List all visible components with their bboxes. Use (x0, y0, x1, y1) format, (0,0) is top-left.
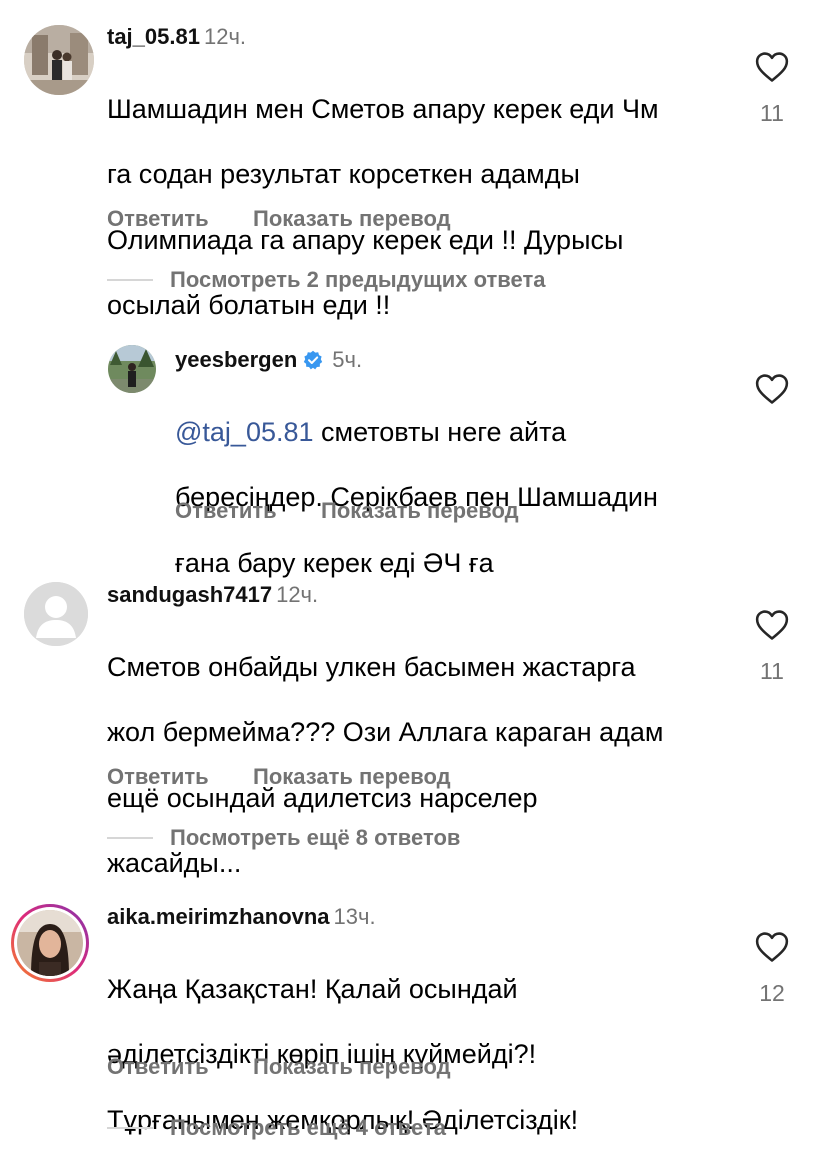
default-avatar-icon (24, 582, 88, 646)
replies-divider (107, 1127, 153, 1129)
show-translation-button[interactable]: Показать перевод (253, 1054, 451, 1080)
comments-list: taj_05.81 12ч. Шамшадин мен Сметов апару … (0, 0, 828, 1155)
username-text[interactable]: taj_05.81 (107, 24, 200, 49)
comment-time: 12ч. (203, 24, 247, 49)
comment-username[interactable]: yeesbergen 5ч. (175, 347, 362, 373)
view-replies-button[interactable]: Посмотреть ещё 8 ответов (107, 825, 460, 851)
view-replies-button[interactable]: Посмотреть 2 предыдущих ответа (107, 267, 545, 293)
mention-link[interactable]: @taj_05.81 (175, 417, 314, 447)
reply-button[interactable]: Ответить (175, 498, 277, 524)
comment-line: жасайды... (107, 847, 242, 878)
like-count: 11 (760, 100, 784, 126)
comment-line: Сметов онбайды улкен басымен жастарга (107, 651, 636, 682)
like-count: 11 (760, 658, 784, 684)
heart-icon[interactable] (755, 51, 789, 83)
avatar[interactable] (108, 345, 156, 393)
avatar[interactable] (24, 582, 88, 646)
heart-icon[interactable] (755, 373, 789, 405)
verified-badge-icon (304, 350, 323, 370)
comment-username[interactable]: taj_05.81 12ч. (107, 24, 246, 50)
comment-time: 5ч. (332, 347, 363, 372)
comment-line: жол бермейма??? Ози Аллага караган адам (107, 717, 664, 748)
username-text[interactable]: yeesbergen (175, 347, 297, 372)
username-text[interactable]: sandugash7417 (107, 582, 272, 607)
reply-button[interactable]: Ответить (107, 1054, 209, 1080)
comment-username[interactable]: aika.meirimzhanovna 13ч. (107, 904, 376, 930)
comment-line: Шамшадин мен Сметов апару керек еди Чм (107, 93, 659, 124)
profile-photo (17, 910, 83, 976)
like-count: 12 (759, 980, 785, 1006)
show-translation-button[interactable]: Показать перевод (253, 764, 451, 790)
comment-line-rest: сметовты неге айта (313, 416, 567, 447)
profile-photo (24, 25, 94, 95)
comment-time: 13ч. (333, 904, 376, 929)
avatar-story-ring[interactable] (11, 904, 89, 982)
heart-icon[interactable] (755, 609, 789, 641)
view-replies-label[interactable]: Посмотреть 2 предыдущих ответа (170, 267, 545, 293)
reply-button[interactable]: Ответить (107, 764, 209, 790)
comment-line: Жаңа Қазақстан! Қалай осындай (107, 973, 518, 1004)
show-translation-button[interactable]: Показать перевод (321, 498, 519, 524)
reply-button[interactable]: Ответить (107, 206, 209, 232)
replies-divider (107, 837, 153, 839)
username-text[interactable]: aika.meirimzhanovna (107, 904, 330, 929)
comment-line: ғана бару керек еді ӘЧ ға (175, 547, 494, 578)
avatar[interactable] (24, 25, 94, 95)
heart-icon[interactable] (755, 931, 789, 963)
comment-line: @taj_05.81 сметовты неге айта (175, 416, 735, 449)
comment-time: 12ч. (276, 582, 319, 607)
comment-line: га содан результат корсеткен адамды (107, 159, 580, 190)
replies-divider (107, 279, 153, 281)
avatar-ring-gap (14, 907, 86, 979)
profile-photo (108, 345, 156, 393)
comment-username[interactable]: sandugash7417 12ч. (107, 582, 318, 608)
view-replies-button[interactable]: Посмотреть ещё 4 ответа (107, 1115, 446, 1141)
show-translation-button[interactable]: Показать перевод (253, 206, 451, 232)
view-replies-label[interactable]: Посмотреть ещё 8 ответов (170, 825, 460, 851)
comment-line: осылай болатын еди !! (107, 289, 391, 320)
view-replies-label[interactable]: Посмотреть ещё 4 ответа (170, 1115, 446, 1141)
